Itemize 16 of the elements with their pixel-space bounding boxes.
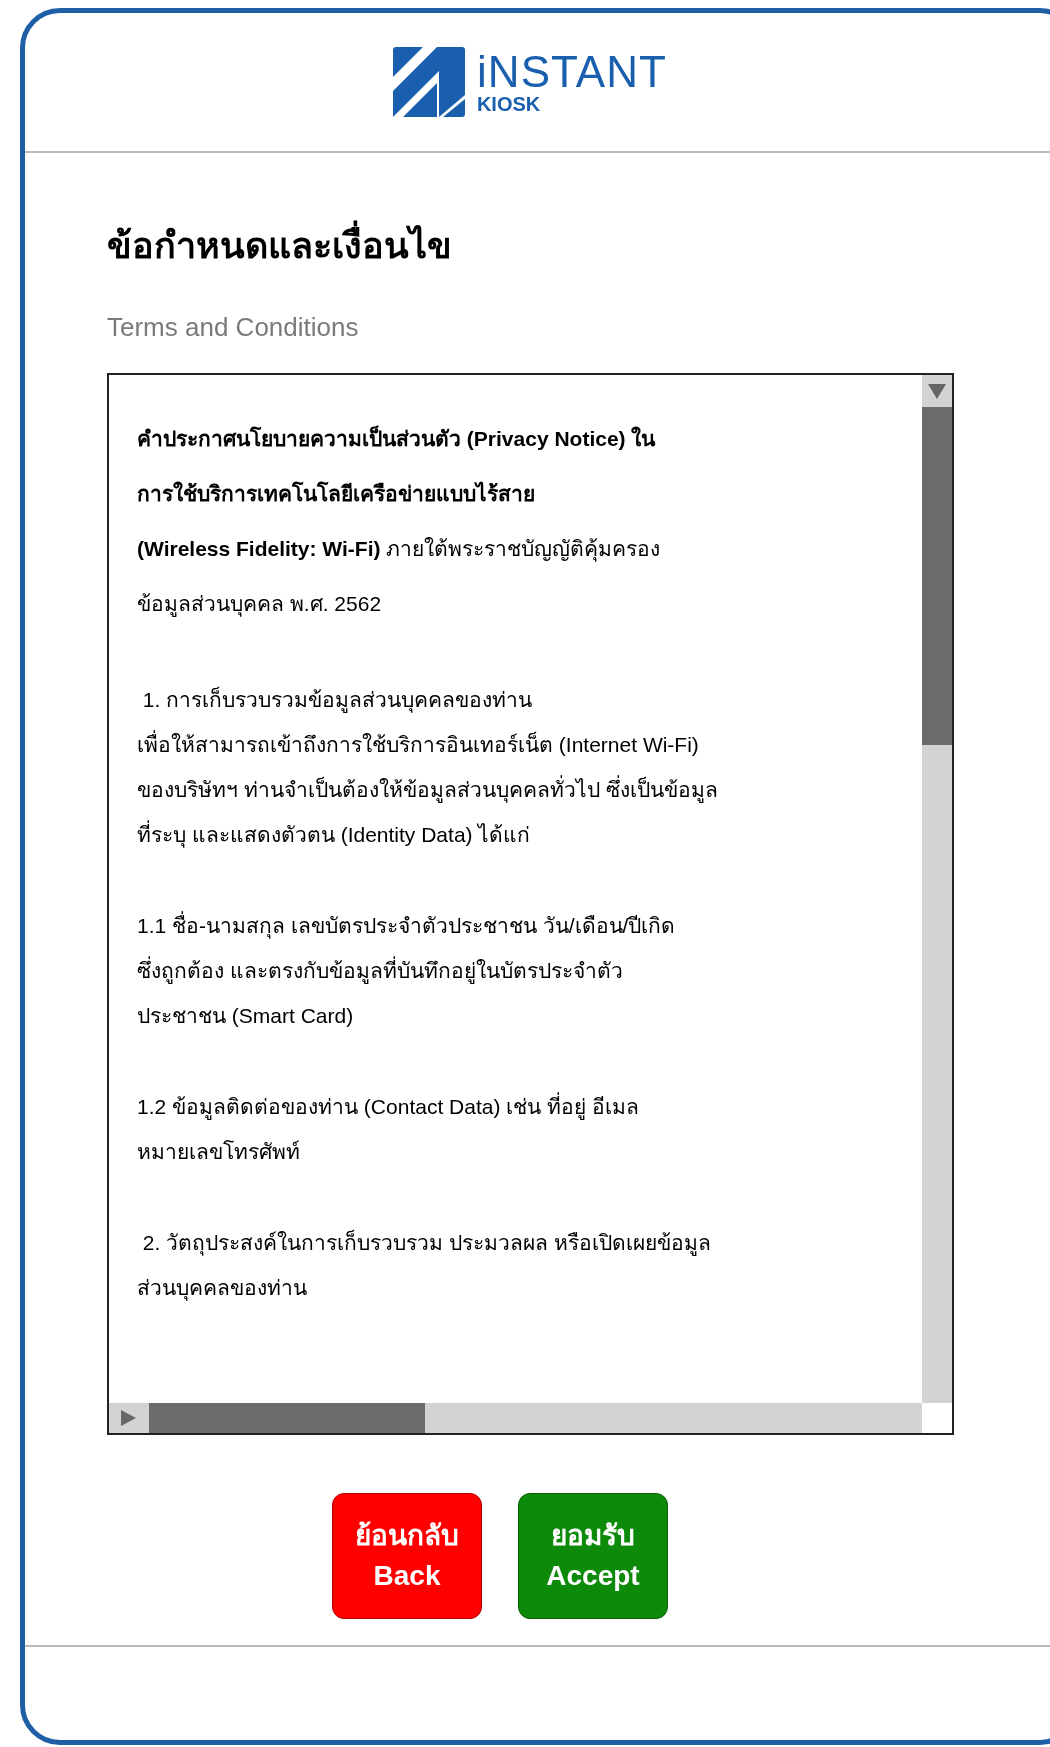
terms-paragraph: 1. การเก็บรวบรวมข้อมูลส่วนบุคคลของท่าน เพื่อให้สามารถเข้าถึงการใช้บริการอินเทอร์เน็ต (Internet Wi-Fi) ของบริษัทฯ ท่านจำเป็นต้องให้ข้อมูลส่วนบุคคลทั่วไป ซึ่งเป็นข้อมูล ที่ระบุ และแสดงตัวตน (Identity Data) ได้แก่ bbox=[137, 685, 718, 850]
terms-scroll-box[interactable] bbox=[107, 373, 954, 1435]
page-subheading: Terms and Conditions bbox=[107, 311, 359, 344]
scrollbar-thumb[interactable] bbox=[922, 407, 952, 745]
logo-wordmark: iNSTANT bbox=[476, 50, 668, 94]
terms-paragraph: 2. วัตถุประสงค์ในการเก็บรวบรวม ประมวลผล หรือเปิดเผยข้อมูล ส่วนบุคคลของท่าน bbox=[137, 1228, 711, 1303]
logo-subtitle: KIOSK bbox=[476, 94, 542, 114]
logo-icon bbox=[392, 47, 465, 117]
accept-button[interactable]: ยอมรับ Accept bbox=[518, 1493, 668, 1619]
notice-title: คำประกาศนโยบายความเป็นส่วนตัว (Privacy Notice) ใน การใช้บริการเทคโนโลยีเครือข่ายแบบไร้สาย (Wireless Fidelity: Wi-Fi) ภายใต้พระราชบัญญัติคุ้มครอง ข้อมูลส่วนบุคคล พ.ศ. 2562 bbox=[137, 424, 661, 619]
vertical-scrollbar[interactable] bbox=[922, 375, 952, 1403]
back-button[interactable]: ย้อนกลับ Back bbox=[332, 1493, 482, 1619]
scrollbar-thumb[interactable] bbox=[149, 1403, 425, 1433]
horizontal-scrollbar[interactable] bbox=[109, 1403, 922, 1433]
terms-paragraph: 1.1 ชื่อ-นามสกุล เลขบัตรประจำตัวประชาชน วัน/เดือน/ปีเกิด ซึ่งถูกต้อง และตรงกับข้อมูลที่บันทึกอยู่ในบัตรประจำตัว ประชาชน (Smart Card) bbox=[137, 903, 676, 1038]
terms-paragraph: 1.2 ข้อมูลติดต่อของท่าน (Contact Data) เช่น ที่อยู่ อีเมล หมายเลขโทรศัพท์ bbox=[137, 1084, 639, 1174]
